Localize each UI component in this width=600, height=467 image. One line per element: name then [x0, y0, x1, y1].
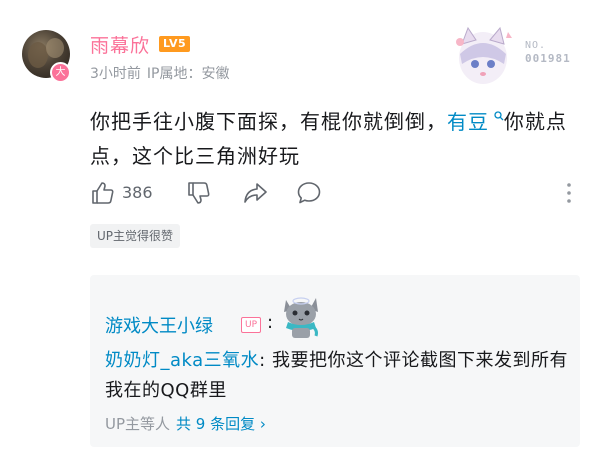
like-count: 386	[122, 183, 153, 202]
share-button[interactable]	[242, 181, 268, 209]
comment-username[interactable]: 雨幕欣	[90, 31, 150, 58]
like-button[interactable]	[90, 180, 116, 210]
comment-text: 你把手往小腹下面探，有棍你就倒倒，有豆 你就点点，这个比三角洲好玩	[90, 100, 580, 173]
search-link[interactable]: 有豆	[447, 110, 504, 134]
view-all-replies-link[interactable]: 共 9 条回复 ›	[176, 415, 266, 433]
reply-username[interactable]: 游戏大王小绿	[105, 312, 213, 338]
reply-text-block: 奶奶灯_aka三氧水: 我要把你这个评论截图下来发到所有我在的QQ群里	[105, 346, 575, 406]
avatar-shade	[46, 38, 64, 58]
more-button[interactable]	[566, 182, 572, 208]
replies-footer: UP主等人共 9 条回复 ›	[105, 413, 266, 434]
ip-location: IP属地：安徽	[146, 66, 230, 82]
comment-text-part: 你把手往小腹下面探，有棍你就倒倒，	[90, 109, 447, 134]
share-icon	[244, 183, 267, 203]
dislike-button[interactable]	[186, 180, 212, 210]
level-badge: LV5	[159, 36, 191, 52]
search-icon	[489, 110, 504, 124]
decoration-no-label: NO.	[525, 40, 547, 51]
thumb-down-icon	[188, 182, 210, 204]
up-tag: UP	[241, 317, 262, 333]
reply-button[interactable]	[296, 180, 322, 210]
search-link-label[interactable]: 有豆	[447, 110, 489, 134]
sticker-image	[284, 297, 318, 338]
more-icon	[567, 183, 571, 203]
up-liked-label: UP主觉得很赞	[90, 224, 181, 248]
reply-icon	[297, 182, 321, 204]
avatar-shade	[28, 42, 48, 68]
avatar-badge: 大	[50, 62, 71, 83]
reply-colon: :	[267, 312, 274, 333]
comment-meta: 3小时前 IP属地：安徽	[90, 63, 236, 83]
thumb-up-icon	[92, 182, 114, 204]
replies-footer-prefix: UP主等人	[105, 415, 171, 433]
comment-time: 3小时前	[90, 66, 141, 82]
decoration-number: 001981	[525, 52, 571, 65]
reply-username-2[interactable]: 奶奶灯_aka三氧水	[105, 350, 259, 371]
